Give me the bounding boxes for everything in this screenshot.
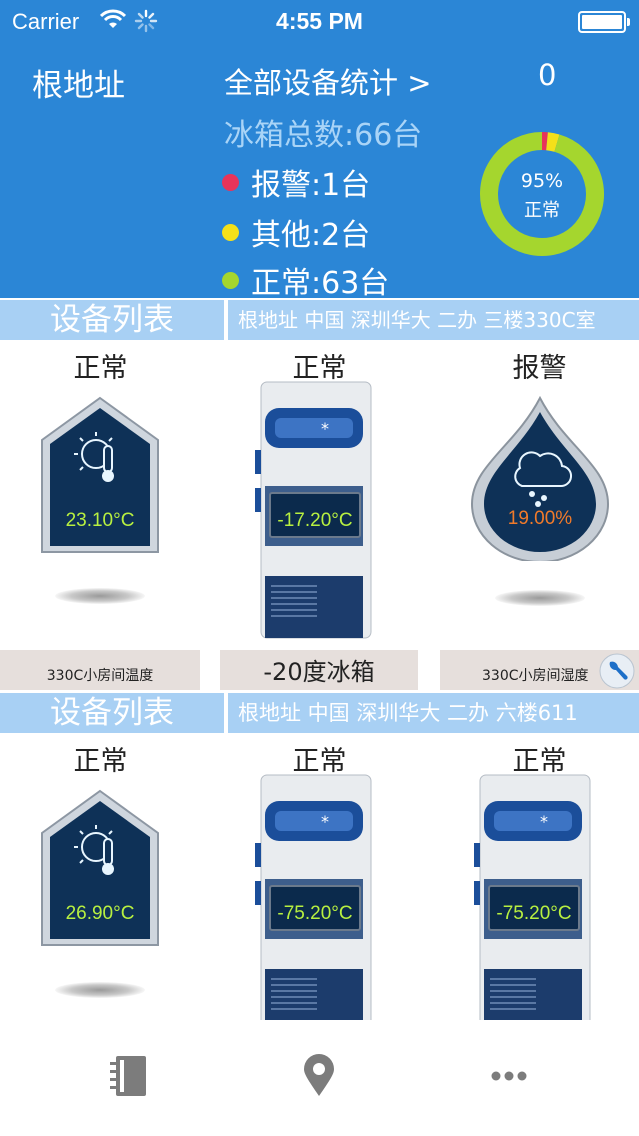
location-path[interactable]: 根地址 中国 深圳华大 二办 六楼611 [228,693,639,733]
temperature-sensor-house[interactable]: 26.90°C [40,789,160,947]
device-status: 报警 [512,353,567,384]
device-list-title: 设备列表 [0,693,224,733]
temperature-sensor-house[interactable]: 23.10°C [40,396,160,554]
root-address-label[interactable]: 根地址 [32,60,125,105]
device-status: 正常 [73,353,128,384]
shadow [495,590,585,606]
humidity-drop-icon [470,395,610,563]
donut-percent: 95% [520,170,564,192]
device-name-row: 330C小房间温度 -20度冰箱 330C小房间湿度 [0,650,639,690]
wrench-icon[interactable] [598,652,636,690]
status-bar: Carrier 4:55 PM [0,0,639,42]
temperature-reading: 26.90°C [65,903,135,924]
location-path[interactable]: 根地址 中国 深圳华大 二办 三楼330C室 [228,300,639,340]
legend-other: 其他:2台 [222,210,370,254]
other-dot-icon [222,223,239,241]
status-time: 4:55 PM [276,8,363,34]
freezer-device[interactable]: * -75.20°C [255,773,375,1020]
freezer-temperature: -75.20°C [496,903,572,924]
location-pin-icon[interactable] [302,1054,336,1098]
device-list-bar: 设备列表 根地址 中国 深圳华大 二办 三楼330C室 [0,300,639,340]
humidity-reading: 19.00% [507,508,573,529]
svg-text:*: * [540,812,548,831]
donut-slice-normal [480,132,604,256]
device-status: 正常 [73,746,128,777]
shadow [55,982,145,998]
status-donut-chart[interactable]: 95% 正常 [478,120,606,274]
freezer-total: 冰箱总数:66台 [224,118,423,153]
device-list-bar: 设备列表 根地址 中国 深圳华大 二办 六楼611 [0,693,639,733]
svg-text:*: * [321,812,329,831]
device-list-title: 设备列表 [0,300,224,340]
alarm-dot-icon [222,173,239,191]
legend-normal: 正常:63台 [222,258,389,302]
donut-slice-other [545,132,560,152]
summary-header: Carrier 4:55 PM 根地址 全部设备统计 > 0 冰箱总数:66台 … [0,0,639,301]
freezer-temperature: -75.20°C [277,903,353,924]
freezer-temperature: -17.20°C [277,510,353,531]
all-device-stats-link[interactable]: 全部设备统计 > [224,60,432,102]
device-name[interactable]: 330C小房间温度 [0,650,200,690]
legend-alarm: 报警:1台 [222,160,370,204]
normal-dot-icon [222,271,239,289]
temperature-reading: 23.10°C [65,510,135,531]
device-name[interactable]: -20度冰箱 [220,650,418,690]
donut-label: 正常 [524,200,560,221]
freezer-device[interactable]: * -75.20°C [474,773,594,1020]
tab-bar [0,1020,639,1136]
freezer-device[interactable]: * -17.20°C [255,380,375,642]
svg-text:*: * [321,419,329,438]
humidity-sensor-drop[interactable]: 19.00% [470,395,610,563]
device-count: 0 [538,58,557,92]
more-icon[interactable] [490,1070,528,1082]
battery-icon [578,11,630,33]
notebook-icon[interactable] [110,1054,150,1098]
shadow [55,588,145,604]
